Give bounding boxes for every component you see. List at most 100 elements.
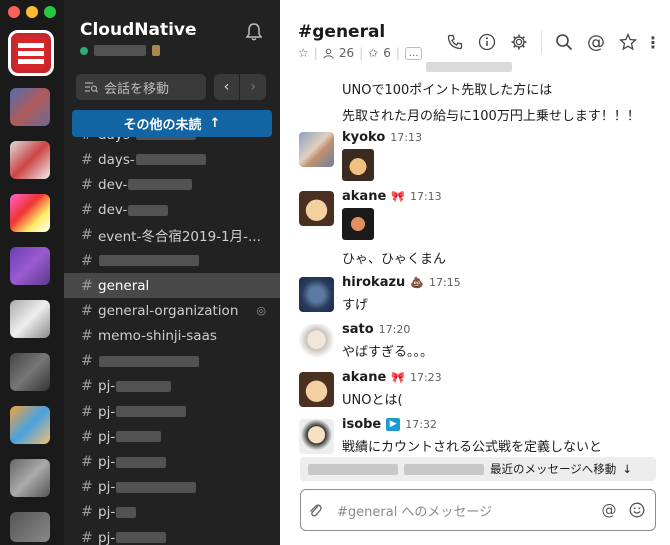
workspace-3[interactable] (10, 141, 50, 179)
channel-name-redacted (135, 154, 206, 166)
pinned-count[interactable]: 6 (383, 46, 391, 60)
jump-to-placeholder: 会話を移動 (104, 81, 170, 97)
message-pane: #general ☆ | 26 | ✩ 6 | ... @ ⋮ UNOで100ポ… (280, 0, 670, 545)
channel-sidebar: CloudNative ⌄ 会話を移動 ‹ › その他の未読 ↑ # days- #… (64, 0, 280, 545)
avatar[interactable] (299, 372, 334, 407)
at-icon[interactable]: @ (595, 501, 623, 519)
banner-text: 最近のメッセージへ移動 (490, 462, 617, 476)
shared-channel-icon: ◎ (256, 304, 266, 318)
message-emoji (342, 149, 374, 185)
message-composer[interactable]: #general へのメッセージ @ (300, 489, 656, 531)
window-controls (8, 6, 56, 18)
forward-arrow-icon[interactable]: › (240, 74, 266, 100)
member-count[interactable]: 26 (339, 46, 354, 60)
channel-item[interactable]: # general (64, 273, 280, 299)
channel-item[interactable]: # event-冬合宿2019-1月-... (64, 223, 280, 248)
star-icon[interactable]: ☆ (298, 46, 309, 60)
workspace-8[interactable] (10, 406, 50, 444)
channel-item[interactable]: # (64, 349, 280, 374)
avatar[interactable] (299, 132, 334, 167)
star-icon[interactable] (612, 31, 644, 53)
at-icon[interactable]: @ (580, 31, 612, 53)
workspace-name[interactable]: CloudNative (80, 20, 197, 40)
kebab-icon[interactable]: ⋮ (644, 31, 662, 53)
channel-item[interactable]: # (64, 248, 280, 273)
channel-item[interactable]: # memo-shinji-saas (64, 324, 280, 349)
channel-item[interactable]: # pj- (64, 525, 280, 545)
custom-emoji[interactable] (342, 208, 374, 240)
sender-name[interactable]: hirokazu (342, 275, 405, 290)
more-unreads-button[interactable]: その他の未読 ↑ (72, 110, 272, 137)
avatar[interactable] (299, 419, 334, 454)
chevron-down-icon[interactable]: ⌄ (184, 24, 194, 38)
hash-icon: # (81, 403, 93, 420)
channel-more-button[interactable]: ... (404, 46, 423, 60)
jump-to-recent-banner[interactable]: 最近のメッセージへ移動 ↓ (300, 457, 656, 481)
channel-name-redacted (116, 532, 167, 544)
timestamp[interactable]: 17:23 (410, 371, 442, 384)
channel-title[interactable]: #general (298, 22, 385, 42)
back-arrow-icon[interactable]: ‹ (214, 74, 240, 100)
emoji-icon[interactable] (623, 502, 651, 518)
bell-icon[interactable] (244, 22, 264, 42)
channel-item[interactable]: # general-organization ◎ (64, 298, 280, 323)
avatar[interactable] (299, 191, 334, 226)
channel-name-redacted (99, 355, 199, 367)
workspace-6[interactable] (10, 300, 50, 338)
user-name (94, 45, 146, 56)
info-icon[interactable] (471, 31, 503, 53)
window-minimize-button[interactable] (26, 6, 38, 18)
channel-item[interactable]: # days- (64, 147, 280, 172)
status-emoji-icon: 🎀 (391, 190, 405, 203)
sender-name[interactable]: sato (342, 322, 374, 337)
timestamp[interactable]: 17:32 (405, 418, 437, 431)
sender-name[interactable]: kyoko (342, 130, 385, 145)
gear-icon[interactable] (503, 31, 535, 53)
hash-icon: # (81, 252, 93, 269)
window-close-button[interactable] (8, 6, 20, 18)
channel-item[interactable]: # dev- (64, 198, 280, 223)
jump-to-input[interactable]: 会話を移動 (76, 74, 206, 100)
current-user[interactable] (80, 45, 160, 56)
timestamp[interactable]: 17:13 (390, 131, 422, 144)
workspace-5[interactable] (10, 247, 50, 285)
channel-item[interactable]: # dev- (64, 172, 280, 197)
channel-name-redacted (116, 406, 187, 418)
channel-item[interactable]: # pj- (64, 449, 280, 474)
hash-icon: # (81, 151, 93, 168)
timestamp[interactable]: 17:13 (410, 190, 442, 203)
sender-name[interactable]: akane (342, 370, 386, 385)
workspace-4[interactable] (10, 194, 50, 232)
channel-name-redacted (116, 456, 167, 468)
channel-item[interactable]: # pj- (64, 475, 280, 500)
window-zoom-button[interactable] (44, 6, 56, 18)
channel-item[interactable]: # pj- (64, 424, 280, 449)
channel-name-redacted (116, 481, 197, 493)
avatar[interactable] (299, 324, 334, 359)
avatar[interactable] (299, 277, 334, 312)
timestamp[interactable]: 17:15 (429, 276, 461, 289)
channel-item[interactable]: # pj- (64, 374, 280, 399)
sender-name[interactable]: akane (342, 189, 386, 204)
channel-meta: ☆ | 26 | ✩ 6 | ... (298, 46, 423, 60)
channel-item[interactable]: # pj- (64, 399, 280, 424)
composer-placeholder: #general へのメッセージ (337, 504, 493, 520)
timestamp[interactable]: 17:20 (379, 323, 411, 336)
workspace-2[interactable] (10, 88, 50, 126)
phone-icon[interactable] (439, 31, 471, 53)
workspace-9[interactable] (10, 459, 50, 497)
paperclip-icon[interactable] (301, 502, 329, 518)
custom-emoji[interactable] (342, 149, 374, 181)
workspace-10[interactable] (10, 512, 50, 542)
sender-name[interactable]: isobe (342, 417, 381, 432)
workspace-7[interactable] (10, 353, 50, 391)
workspace-logo (15, 37, 47, 69)
status-emoji-icon: 💩 (410, 276, 424, 289)
presence-dot (80, 46, 88, 55)
workspace-cloudnative[interactable] (8, 30, 54, 76)
user-status (152, 45, 160, 56)
search-icon[interactable] (548, 31, 580, 53)
message-text: ひゃ、ひゃくまん (342, 252, 447, 267)
channel-name: pj- (98, 479, 116, 496)
channel-item[interactable]: # pj- (64, 500, 280, 525)
